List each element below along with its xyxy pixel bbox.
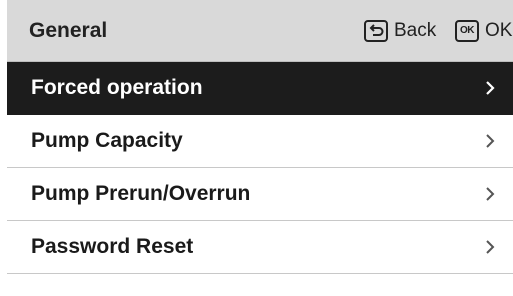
menu-item-password-reset[interactable]: Password Reset — [7, 221, 513, 274]
menu-item-label: Pump Prerun/Overrun — [31, 182, 251, 205]
menu-item-label: Pump Capacity — [31, 129, 183, 152]
ok-button[interactable]: OK OK — [455, 19, 513, 42]
menu-item-pump-capacity[interactable]: Pump Capacity — [7, 115, 513, 168]
chevron-right-icon — [481, 79, 499, 97]
header-bar: General Back OK OK — [7, 0, 513, 62]
ok-key-icon: OK — [455, 19, 479, 42]
general-menu-screen: General Back OK OK Forced operation Pump… — [0, 0, 513, 296]
menu-item-pump-prerun-overrun[interactable]: Pump Prerun/Overrun — [7, 168, 513, 221]
menu-item-forced-operation[interactable]: Forced operation — [7, 62, 513, 115]
page-title: General — [29, 18, 108, 42]
ok-label: OK — [485, 19, 513, 41]
chevron-right-icon — [481, 185, 499, 203]
chevron-right-icon — [481, 238, 499, 256]
menu-item-label: Forced operation — [31, 76, 203, 99]
back-button[interactable]: Back — [364, 19, 437, 42]
chevron-right-icon — [481, 132, 499, 150]
back-return-icon — [364, 19, 388, 42]
settings-menu-list: Forced operation Pump Capacity Pump Prer… — [7, 62, 513, 274]
menu-item-label: Password Reset — [31, 235, 194, 258]
back-label: Back — [394, 19, 437, 41]
